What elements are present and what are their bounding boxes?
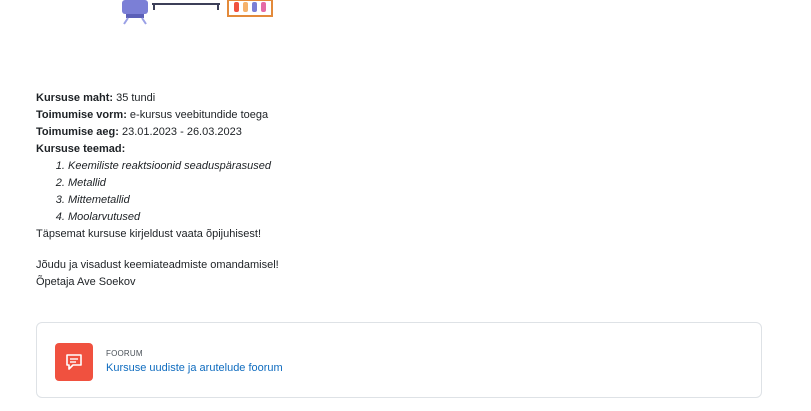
- course-time-value: 23.01.2023 - 26.03.2023: [118, 126, 242, 138]
- course-topics-label: Kursuse teemad:: [36, 143, 126, 155]
- activity-type-label: FOORUM: [106, 349, 143, 358]
- course-topics-heading: Kursuse teemad:: [36, 141, 596, 158]
- course-form-value: e-kursus veebitundide toega: [126, 109, 269, 121]
- course-description: Kursuse maht: 35 tundi Toimumise vorm: e…: [36, 90, 596, 291]
- course-form-label: Toimumise vorm:: [36, 109, 127, 121]
- course-topics-list: Keemiliste reaktsioonid seaduspärasused …: [36, 158, 596, 226]
- topic-item: Mittemetallid: [68, 192, 596, 209]
- course-time-label: Toimumise aeg:: [36, 126, 119, 138]
- topic-item: Moolarvutused: [68, 209, 596, 226]
- topic-item: Metallid: [68, 175, 596, 192]
- forum-link[interactable]: Kursuse uudiste ja arutelude foorum: [106, 362, 283, 374]
- course-form: Toimumise vorm: e-kursus veebitundide to…: [36, 107, 596, 124]
- topic-item: Keemiliste reaktsioonid seaduspärasused: [68, 158, 596, 175]
- lab-equipment-icon: [122, 0, 273, 25]
- teacher-signature: Õpetaja Ave Soekov: [36, 276, 136, 288]
- details-note: Täpsemat kursuse kirjeldust vaata õpijuh…: [36, 228, 261, 240]
- course-volume: Kursuse maht: 35 tundi: [36, 90, 596, 107]
- course-volume-label: Kursuse maht:: [36, 92, 114, 104]
- course-volume-value: 35 tundi: [113, 92, 156, 104]
- forum-activity-card[interactable]: FOORUM Kursuse uudiste ja arutelude foor…: [36, 322, 762, 398]
- chemistry-illustration: [110, 0, 280, 26]
- forum-chat-icon: [55, 343, 93, 381]
- course-time: Toimumise aeg: 23.01.2023 - 26.03.2023: [36, 124, 596, 141]
- wish-text: Jõudu ja visadust keemiateadmiste omanda…: [36, 259, 279, 271]
